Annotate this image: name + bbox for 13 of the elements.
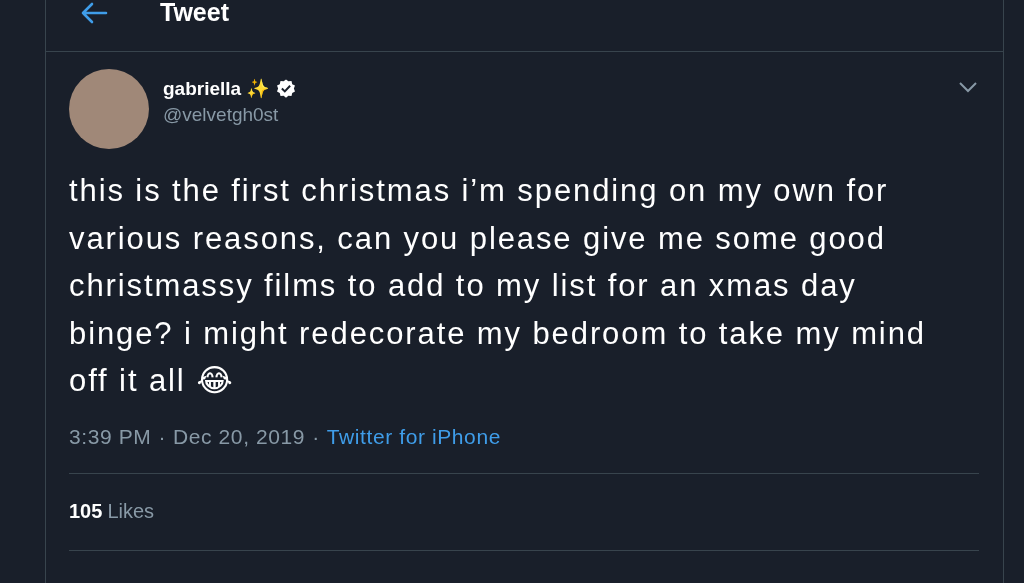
tweet-time: 3:39 PM xyxy=(69,424,152,449)
tweet-text: this is the first christmas i’m spending on my own for various reasons, can you please give me some good christmassy films to add to my list for an xmas day binge? i might redecorate my bedroom to take my mind off it all 😂 xyxy=(69,172,927,400)
more-button[interactable] xyxy=(957,80,979,94)
likes-label[interactable]: Likes xyxy=(107,499,155,523)
back-button[interactable] xyxy=(80,1,108,25)
tweet-date: Dec 20, 2019 xyxy=(173,424,306,449)
source-link[interactable]: Twitter for iPhone xyxy=(326,424,501,449)
page-title: Tweet xyxy=(160,0,229,25)
separator-dot: · xyxy=(312,424,320,449)
author-name[interactable]: gabriella ✨ xyxy=(163,77,271,100)
likes-count[interactable]: 105 xyxy=(69,499,103,523)
separator-dot: · xyxy=(158,424,166,449)
author-handle[interactable]: @velvetgh0st xyxy=(163,104,943,126)
